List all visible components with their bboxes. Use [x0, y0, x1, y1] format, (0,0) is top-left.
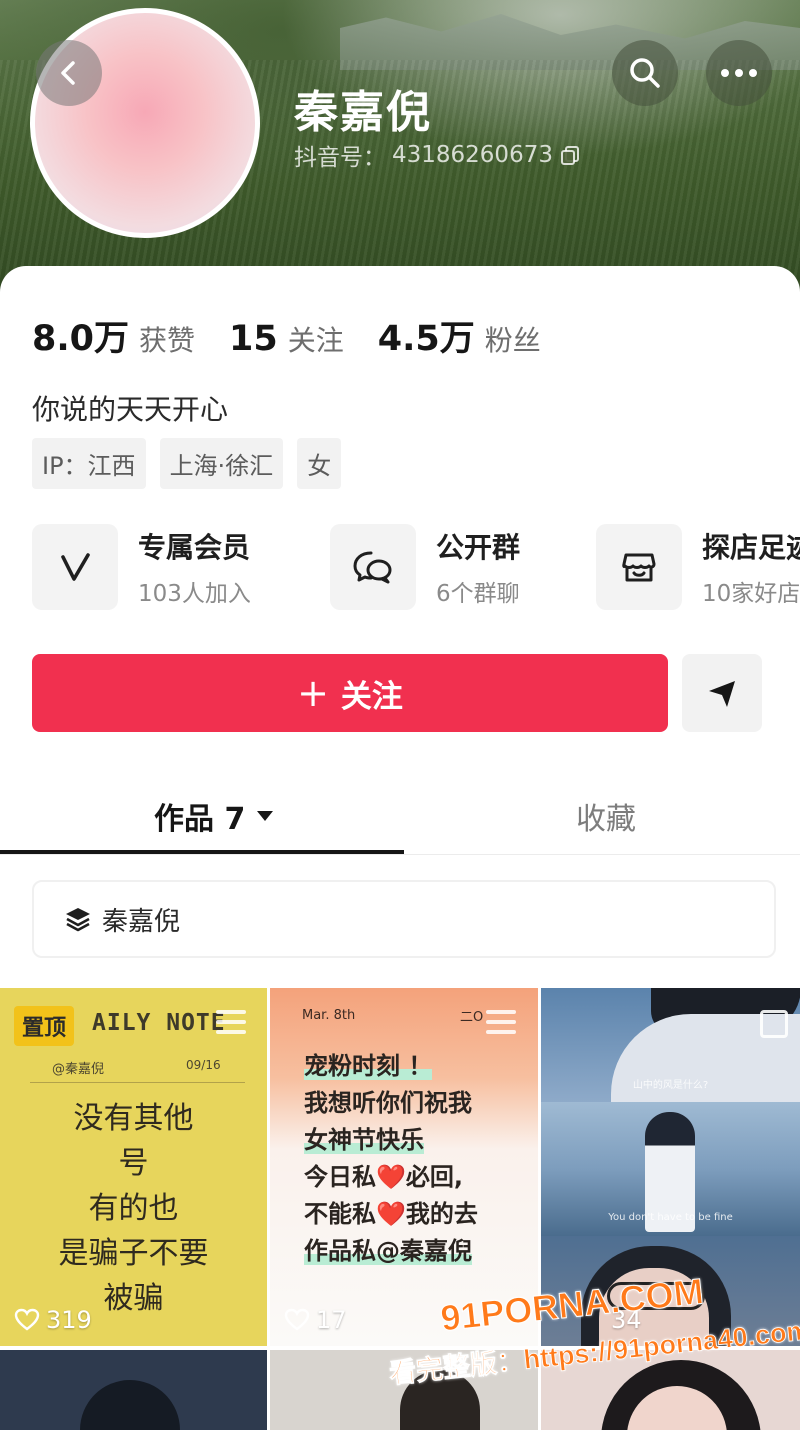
v-badge-icon: [32, 524, 118, 610]
feature-membership-subtitle: 103人加入: [138, 581, 251, 607]
plus-icon: +: [297, 671, 329, 715]
post-likes-count: 17: [316, 1306, 347, 1334]
feature-shop-visits-subtitle: 10家好店: [702, 581, 800, 607]
note-text: 没有其他 号 有的也 是骗子不要 被骗: [58, 1101, 209, 1316]
chevron-left-icon: [61, 61, 75, 85]
collection-label: 秦嘉倪: [102, 906, 181, 937]
profile-card: 8.0万 获赞 15 关注 4.5万 粉丝 你说的天天开心 IP：江西 上海·徐…: [0, 266, 800, 1430]
tag-ip: IP：江西: [32, 438, 146, 489]
feature-shop-visits[interactable]: 探店足迹 10家好店: [596, 524, 800, 610]
stat-followers-value: 4.5万: [377, 319, 475, 359]
copy-icon[interactable]: [559, 144, 581, 166]
douyin-id[interactable]: 抖音号： 43186260673: [294, 138, 581, 172]
feature-group-chat-subtitle: 6个群聊: [436, 581, 520, 607]
layers-icon: [66, 908, 90, 932]
feature-membership[interactable]: 专属会员 103人加入: [32, 524, 251, 610]
note-date: 09/16: [186, 1058, 221, 1072]
feature-shop-visits-title: 探店足迹: [702, 531, 800, 564]
profile-name: 秦嘉倪: [294, 87, 432, 138]
stats-row: 8.0万 获赞 15 关注 4.5万 粉丝: [32, 310, 575, 361]
tab-divider: [0, 854, 800, 855]
note-rule: [30, 1082, 245, 1083]
tab-favorites[interactable]: 收藏: [576, 794, 636, 838]
stat-following-value: 15: [229, 319, 278, 359]
tab-works-label: 作品 7: [154, 802, 246, 837]
search-button[interactable]: [612, 40, 678, 106]
stat-likes-label: 获赞: [139, 324, 196, 357]
back-button[interactable]: [36, 40, 102, 106]
post-thumbnail-4[interactable]: [0, 1350, 267, 1430]
tag-list: IP：江西 上海·徐汇 女: [32, 438, 342, 489]
douyin-id-label: 抖音号：: [294, 145, 386, 171]
post-text: 宠粉时刻 ！ 我想听你们祝我 女神节快乐 今日私❤️必回, 不能私❤️我的去 作…: [304, 1052, 478, 1265]
note-handle: @秦嘉倪: [52, 1062, 105, 1077]
post-likes-count: 319: [46, 1306, 92, 1334]
heart-outline-icon: [284, 1308, 310, 1331]
bio-text: 你说的天天开心: [32, 393, 229, 426]
collection-entry[interactable]: 秦嘉倪: [32, 880, 776, 958]
group-chat-icon: [330, 524, 416, 610]
stat-followers[interactable]: 4.5万 粉丝: [378, 310, 541, 361]
post-likes: 319: [14, 1306, 92, 1334]
douyin-id-value: 43186260673: [392, 142, 553, 168]
post-caption-2: You don't have to be fine: [608, 1212, 733, 1223]
multi-image-icon: [216, 1010, 246, 1036]
heart-outline-icon: [14, 1308, 40, 1331]
note-header: AILY NOTE: [92, 1010, 226, 1036]
multi-image-icon: [486, 1010, 516, 1036]
caret-down-icon: [257, 811, 274, 821]
stat-followers-label: 粉丝: [484, 324, 541, 357]
post-likes: 17: [284, 1306, 347, 1334]
stat-likes[interactable]: 8.0万 获赞: [32, 310, 195, 361]
stat-following[interactable]: 15 关注: [229, 319, 344, 359]
post-mark: 二O: [460, 1010, 484, 1025]
post-thumbnail-1[interactable]: AILY NOTE 置顶 @秦嘉倪 09/16 没有其他 号 有的也 是骗子不要…: [0, 988, 267, 1346]
tag-gender: 女: [297, 438, 342, 489]
feature-row: 专属会员 103人加入 公开群 6个群聊 探店足 10家好店: [32, 524, 800, 614]
feature-group-chat-title: 公开群: [436, 531, 521, 564]
more-dots-icon: [721, 69, 757, 77]
follow-button-label: 关注: [340, 678, 403, 715]
send-arrow-icon: [709, 681, 735, 707]
post-caption-1: 山中的风是什么?: [632, 1080, 709, 1091]
tab-works[interactable]: 作品 7: [154, 794, 275, 838]
stat-following-label: 关注: [287, 324, 344, 357]
follow-button[interactable]: + 关注: [32, 654, 668, 732]
search-icon: [630, 58, 660, 88]
more-button[interactable]: [706, 40, 772, 106]
pinned-badge: 置顶: [14, 1006, 75, 1046]
share-button[interactable]: [682, 654, 762, 732]
tag-location[interactable]: 上海·徐汇: [159, 438, 284, 489]
shop-icon: [596, 524, 682, 610]
collection-icon: [760, 1010, 788, 1038]
feature-group-chat[interactable]: 公开群 6个群聊: [330, 524, 520, 610]
stat-likes-value: 8.0万: [32, 319, 130, 359]
feature-membership-title: 专属会员: [138, 531, 251, 564]
content-tabs: 作品 7 收藏: [0, 766, 800, 856]
post-date: Mar. 8th: [302, 1008, 356, 1023]
